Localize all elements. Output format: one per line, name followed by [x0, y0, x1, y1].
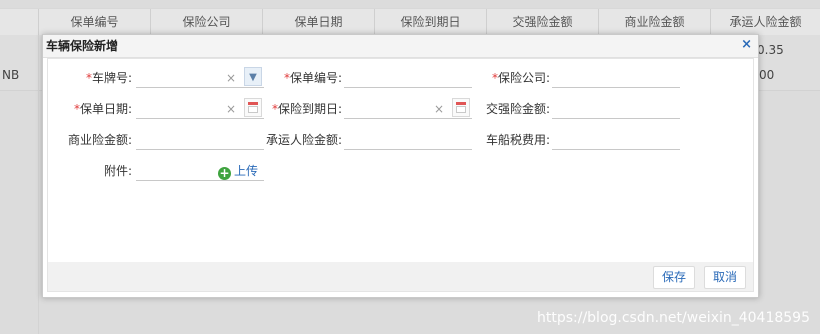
grid-cell-left: NB	[2, 68, 20, 82]
grid-col-policy-date[interactable]: 保单日期	[262, 9, 374, 35]
clear-icon[interactable]: ×	[224, 69, 238, 87]
calendar-icon[interactable]	[244, 98, 262, 117]
policy-no-input[interactable]	[344, 68, 476, 86]
carrier-field[interactable]	[344, 130, 476, 150]
policy-date-picker[interactable]: ×	[136, 98, 268, 119]
company-field[interactable]	[552, 68, 684, 88]
company-label: *保险公司:	[491, 71, 550, 85]
vessel-tax-input[interactable]	[552, 130, 684, 148]
carrier-input[interactable]	[344, 130, 476, 148]
cancel-button[interactable]: 取消	[704, 266, 747, 289]
chevron-down-icon[interactable]: ▼	[244, 67, 262, 86]
compulsory-label: 交强险金额:	[485, 102, 550, 116]
vessel-tax-field[interactable]	[552, 130, 684, 150]
dialog-title-text: 车辆保险新增	[46, 39, 119, 53]
policy-no-field[interactable]	[344, 68, 476, 88]
grid-divider	[38, 35, 39, 334]
dialog-title: 车辆保险新增	[43, 35, 758, 58]
clear-icon[interactable]: ×	[432, 100, 446, 118]
grid-col-carrier[interactable]: 承运人险金额	[710, 9, 820, 35]
grid-header: 保单编号 保险公司 保单日期 保险到期日 交强险金额 商业险金额 承运人险金额	[0, 8, 820, 36]
grid-col-commercial[interactable]: 商业险金额	[598, 9, 710, 35]
expire-date-label: *保险到期日:	[271, 102, 342, 116]
plate-select[interactable]: × ▼	[136, 67, 268, 88]
expire-date-picker[interactable]: ×	[344, 98, 476, 119]
upload-button[interactable]: + 上传	[218, 161, 258, 181]
dialog-form: *车牌号: × ▼ *保单编号: *保险公司: *保单日期: × *保险到期日:…	[47, 58, 754, 263]
attachment-label: 附件:	[103, 164, 132, 178]
attachment-field: + 上传	[136, 161, 264, 181]
plus-circle-icon: +	[218, 166, 231, 180]
commercial-label: 商业险金额:	[67, 133, 132, 147]
close-icon[interactable]: ×	[741, 35, 752, 57]
compulsory-input[interactable]	[552, 99, 684, 117]
policy-no-label: *保单编号:	[283, 71, 342, 85]
policy-date-label: *保单日期:	[73, 102, 132, 116]
commercial-input[interactable]	[136, 130, 268, 148]
grid-col-policy-no[interactable]: 保单编号	[38, 9, 150, 35]
grid-col-expire-date[interactable]: 保险到期日	[374, 9, 486, 35]
calendar-icon[interactable]	[452, 98, 470, 117]
grid-col-compulsory[interactable]: 交强险金额	[486, 9, 598, 35]
carrier-label: 承运人险金额:	[265, 133, 342, 147]
commercial-field[interactable]	[136, 130, 268, 150]
save-button[interactable]: 保存	[653, 266, 696, 289]
insurance-add-dialog: 车辆保险新增 × *车牌号: × ▼ *保单编号: *保险公司: *保单日期: …	[42, 34, 759, 298]
company-input[interactable]	[552, 68, 684, 86]
watermark: https://blog.csdn.net/weixin_40418595	[536, 310, 810, 326]
grid-col-company[interactable]: 保险公司	[150, 9, 262, 35]
dialog-footer: 保存 取消	[47, 262, 754, 292]
clear-icon[interactable]: ×	[224, 100, 238, 118]
vessel-tax-label: 车船税费用:	[485, 133, 550, 147]
plate-label: *车牌号:	[85, 71, 132, 85]
compulsory-field[interactable]	[552, 99, 684, 119]
grid-cell-right: 00	[759, 68, 775, 82]
